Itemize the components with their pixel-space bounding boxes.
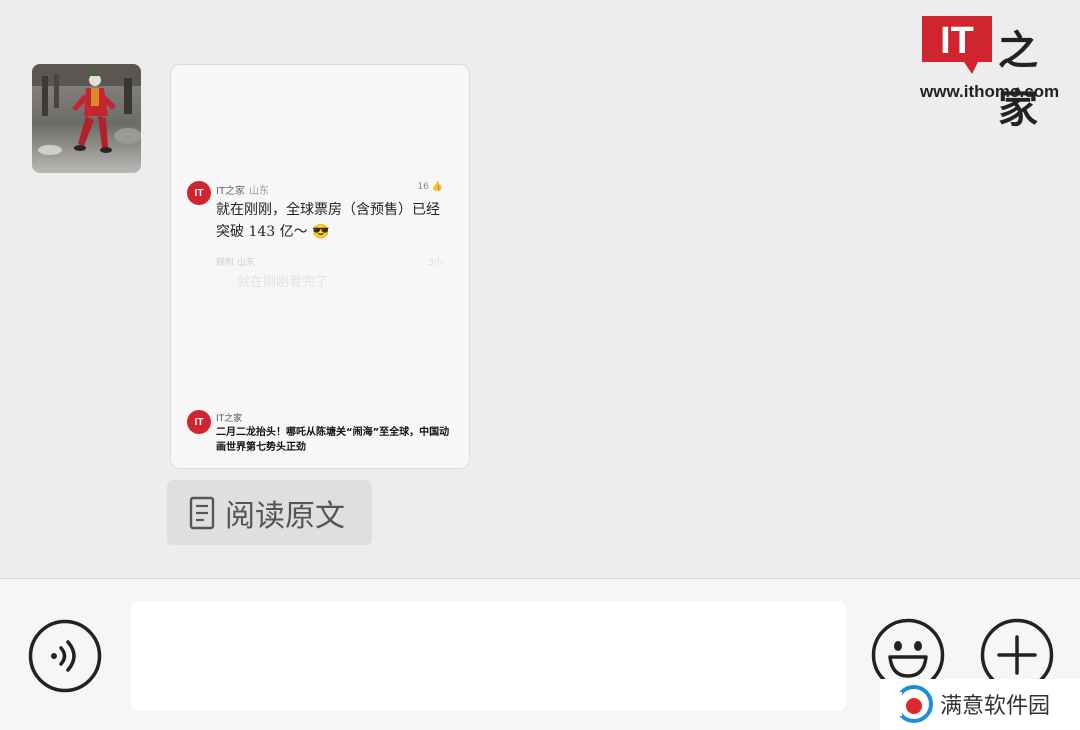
site-watermark: 满意软件园 (880, 679, 1080, 729)
read-original-label: 阅读原文 (225, 498, 345, 534)
source-ithome-badge-icon: IT (187, 410, 211, 434)
message-input[interactable] (131, 601, 846, 711)
post-text: 就在刚刚，全球票房（含预售）已经突破 143 亿～ 😎 (216, 202, 440, 240)
source-name: IT之家 (216, 414, 243, 424)
ithome-watermark: IT 之家 www.ithome.com (916, 16, 1064, 132)
post-meta: IT之家 山东 (216, 182, 269, 197)
post-likes: 16 👍 (417, 182, 443, 192)
post-location: 山东 (249, 186, 270, 197)
site-watermark-text: 满意软件园 (940, 694, 1051, 719)
voice-button[interactable] (28, 619, 102, 693)
faded-reply-text: 就在刚刚看完了 (237, 275, 329, 290)
source-title: 二月二龙抬头！哪吒从陈塘关“闹海”至全球，中国动画世界第七势头正劲 (216, 427, 450, 453)
voice-icon (28, 619, 102, 693)
post-author: IT之家 (216, 186, 246, 197)
document-icon (189, 496, 215, 529)
faded-reply-user: 朕附 山东 (216, 258, 255, 268)
avatar[interactable] (32, 64, 141, 173)
thumbs-up-icon: 👍 (431, 182, 443, 192)
faded-reply-time: 3小 (428, 258, 443, 268)
post-like-count: 16 (417, 182, 429, 192)
post-ithome-badge-icon: IT (187, 181, 211, 205)
read-original-button[interactable]: 阅读原文 (167, 480, 372, 545)
site-logo-icon (894, 685, 933, 723)
ithome-url: www.ithome.com (920, 82, 1060, 101)
ithome-brand-cn: 之家 (998, 27, 1038, 132)
shared-article-card[interactable]: IT IT之家 山东 16 👍 就在刚刚，全球票房（含预售）已经突破 143 亿～… (170, 64, 470, 469)
svg-text:IT: IT (940, 20, 974, 62)
ithome-logo-icon: IT (922, 16, 992, 74)
joker-photo-avatar (32, 64, 141, 173)
